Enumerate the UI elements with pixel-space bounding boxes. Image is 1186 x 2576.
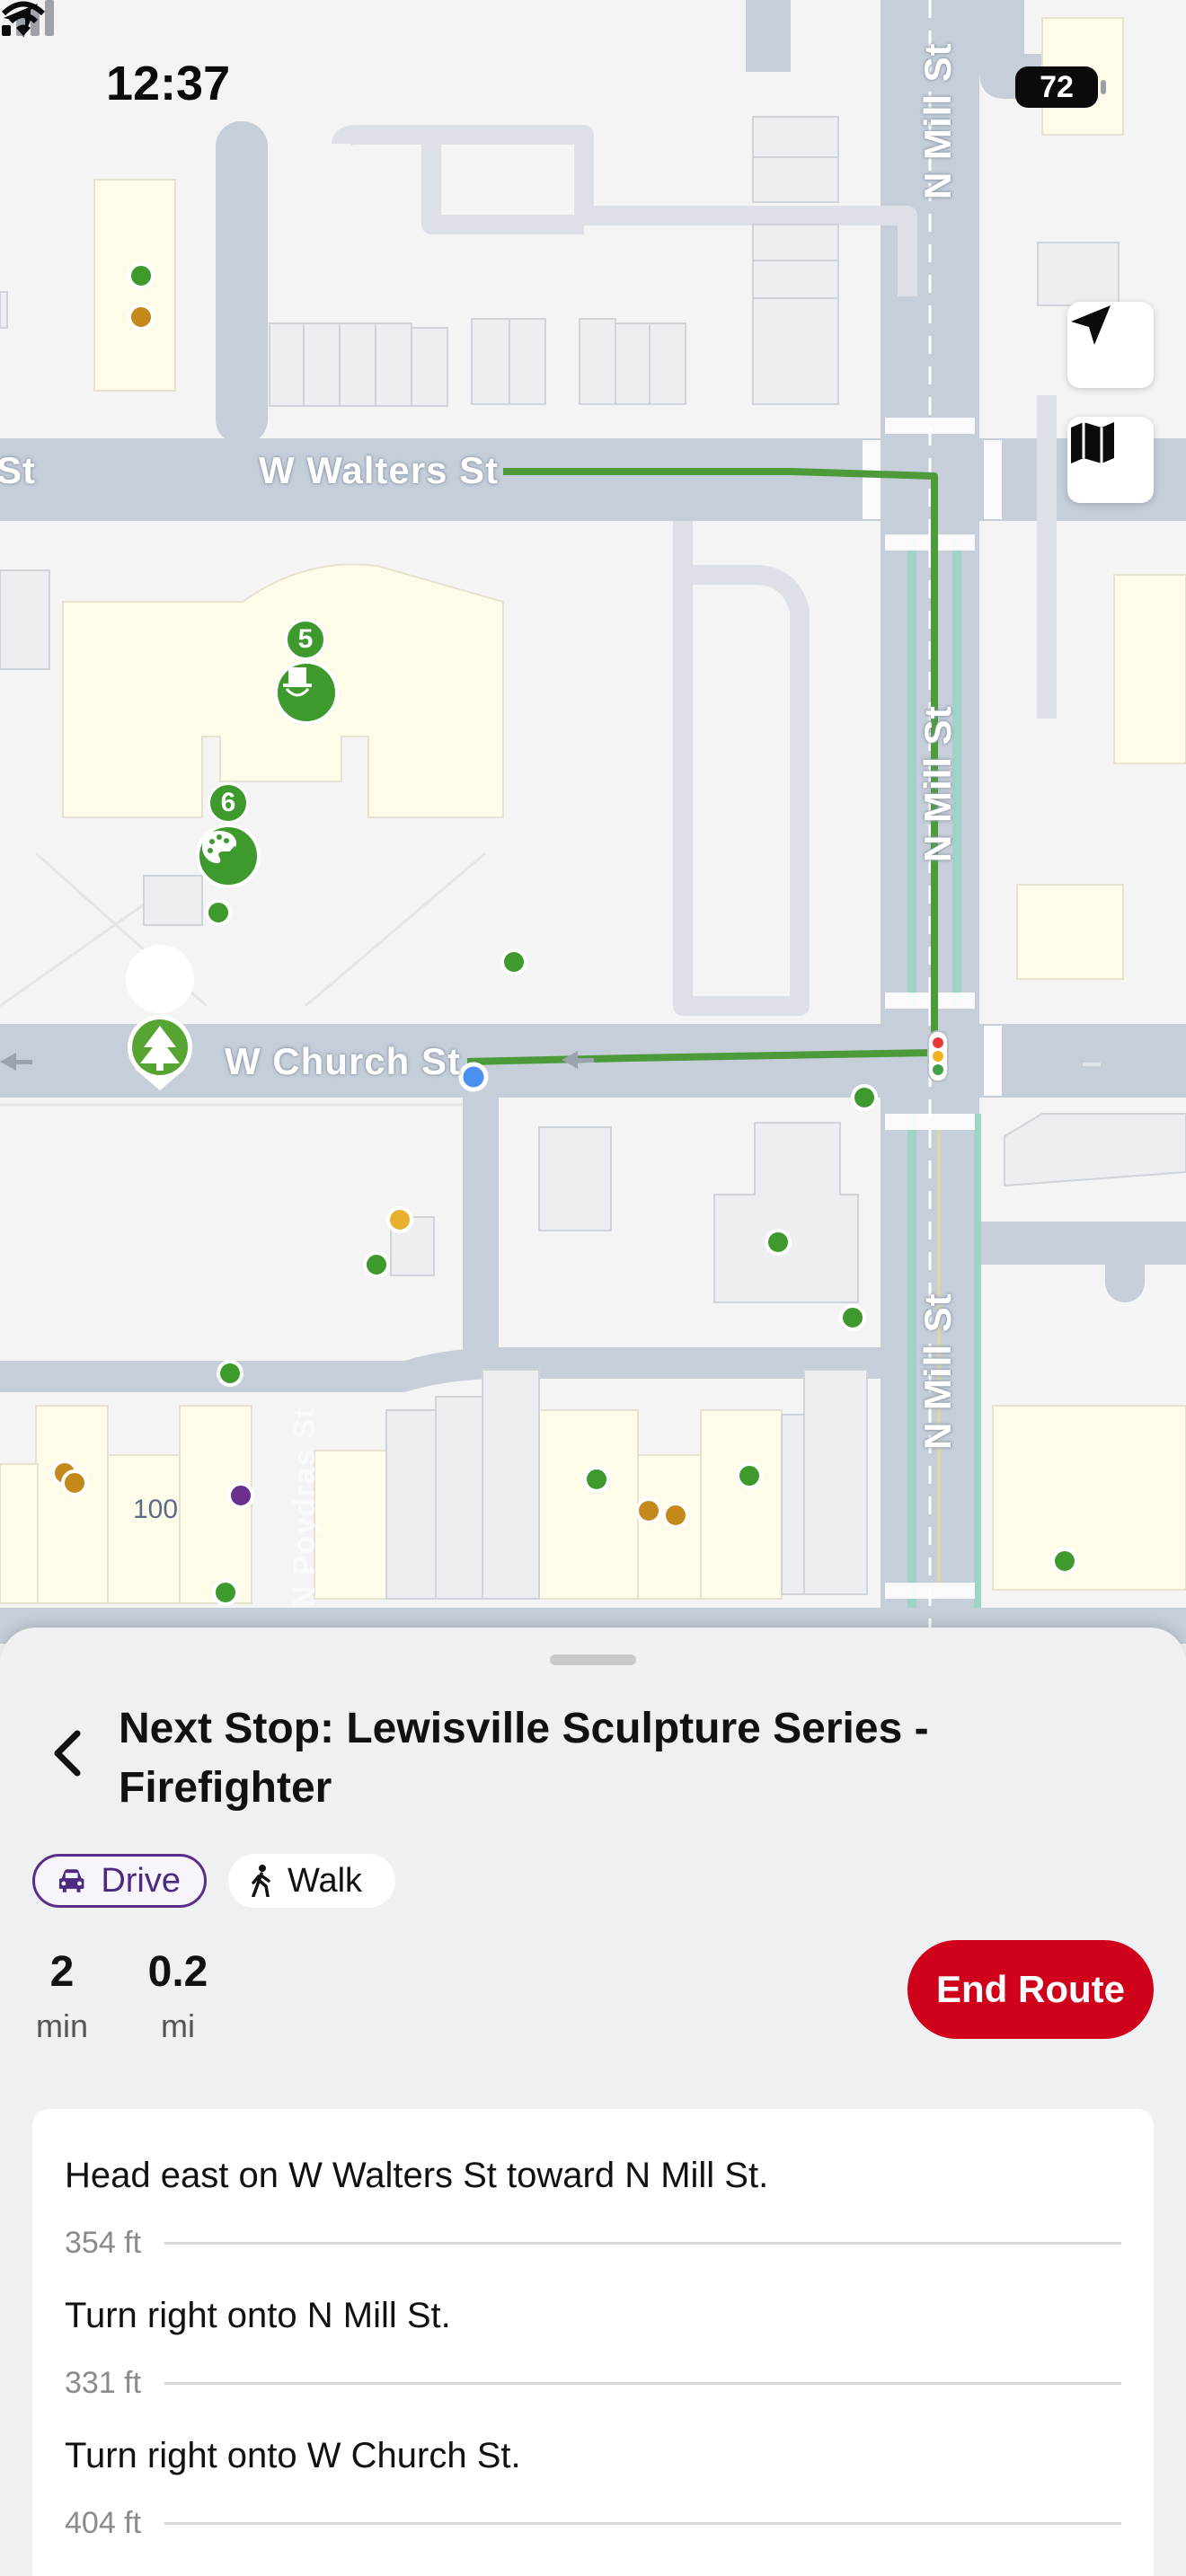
art-palette-icon — [202, 831, 237, 863]
stop-number-badge: 5 — [285, 619, 326, 660]
street-label-n-mill: N Mill St — [916, 1292, 959, 1450]
divider — [164, 2242, 1121, 2245]
duration-unit: min — [35, 2007, 88, 2044]
stop-marker-6[interactable] — [196, 824, 261, 888]
distance-metric: 0.2 mi — [144, 1947, 212, 2045]
street-label-n-mill: N Mill St — [916, 705, 959, 862]
direction-instruction: Turn right onto W Church St. — [65, 2436, 521, 2475]
traffic-light-icon — [927, 1030, 949, 1082]
divider — [164, 2522, 1121, 2525]
direction-step[interactable]: Turn right onto N Mill St. 331 ft — [65, 2296, 1121, 2400]
back-button[interactable] — [40, 1717, 93, 1789]
street-label: St — [0, 449, 36, 491]
car-icon — [58, 1869, 84, 1892]
next-stop-title: Next Stop: Lewisville Sculpture Series -… — [119, 1705, 929, 1812]
distance-unit: mi — [161, 2007, 195, 2044]
sheet-grabber[interactable] — [550, 1654, 636, 1665]
direction-distance: 331 ft — [65, 2366, 142, 2400]
status-time: 12:37 — [106, 57, 231, 110]
wifi-icon — [1, 1, 46, 36]
street-label-w-church: W Church St — [225, 1040, 461, 1082]
duration-value: 2 — [49, 1948, 75, 1996]
map-icon — [1071, 422, 1114, 463]
street-label-w-walters: W Walters St — [259, 449, 500, 491]
chevron-left-icon — [54, 1730, 81, 1777]
direction-step[interactable]: Turn right onto W Church St. 404 ft — [65, 2436, 1121, 2540]
stop-marker-5[interactable] — [274, 660, 339, 725]
battery-indicator: 72 — [1015, 66, 1106, 108]
direction-distance: 354 ft — [65, 2226, 142, 2260]
map-view[interactable]: St W Walters St N Mill St N Mill St N Mi… — [0, 0, 1186, 1671]
street-label-n-poydras: N Poydras St — [288, 1407, 322, 1608]
distance-value: 0.2 — [147, 1948, 208, 1996]
direction-instruction: Head east on W Walters St toward N Mill … — [65, 2156, 769, 2195]
direction-distance: 404 ft — [65, 2506, 142, 2540]
street-label-n-mill: N Mill St — [916, 42, 959, 199]
mode-drive-button[interactable]: Drive — [32, 1854, 207, 1908]
recenter-location-button[interactable] — [1067, 302, 1154, 388]
map-canvas — [0, 0, 1186, 1671]
walking-person-icon — [252, 1865, 270, 1897]
map-type-button[interactable] — [1067, 417, 1154, 503]
end-route-button[interactable]: End Route — [907, 1940, 1154, 2039]
mode-walk-label: Walk — [288, 1861, 363, 1900]
house-number: 100 — [133, 1495, 179, 1524]
direction-instruction: Turn right onto N Mill St. — [65, 2296, 451, 2335]
destination-pin-icon — [126, 945, 195, 1090]
top-hat-icon — [283, 667, 312, 697]
location-arrow-icon — [1071, 305, 1111, 345]
mode-walk-button[interactable]: Walk — [228, 1854, 395, 1908]
mode-drive-label: Drive — [101, 1861, 181, 1900]
direction-step[interactable]: Head east on W Walters St toward N Mill … — [65, 2156, 1121, 2260]
directions-list: Head east on W Walters St toward N Mill … — [32, 2109, 1154, 2576]
current-location-dot — [458, 1062, 489, 1092]
stop-number-badge: 6 — [208, 782, 249, 824]
route-sheet: Next Stop: Lewisville Sculpture Series -… — [0, 1628, 1186, 2576]
divider — [164, 2382, 1121, 2385]
duration-metric: 2 min — [32, 1947, 92, 2045]
